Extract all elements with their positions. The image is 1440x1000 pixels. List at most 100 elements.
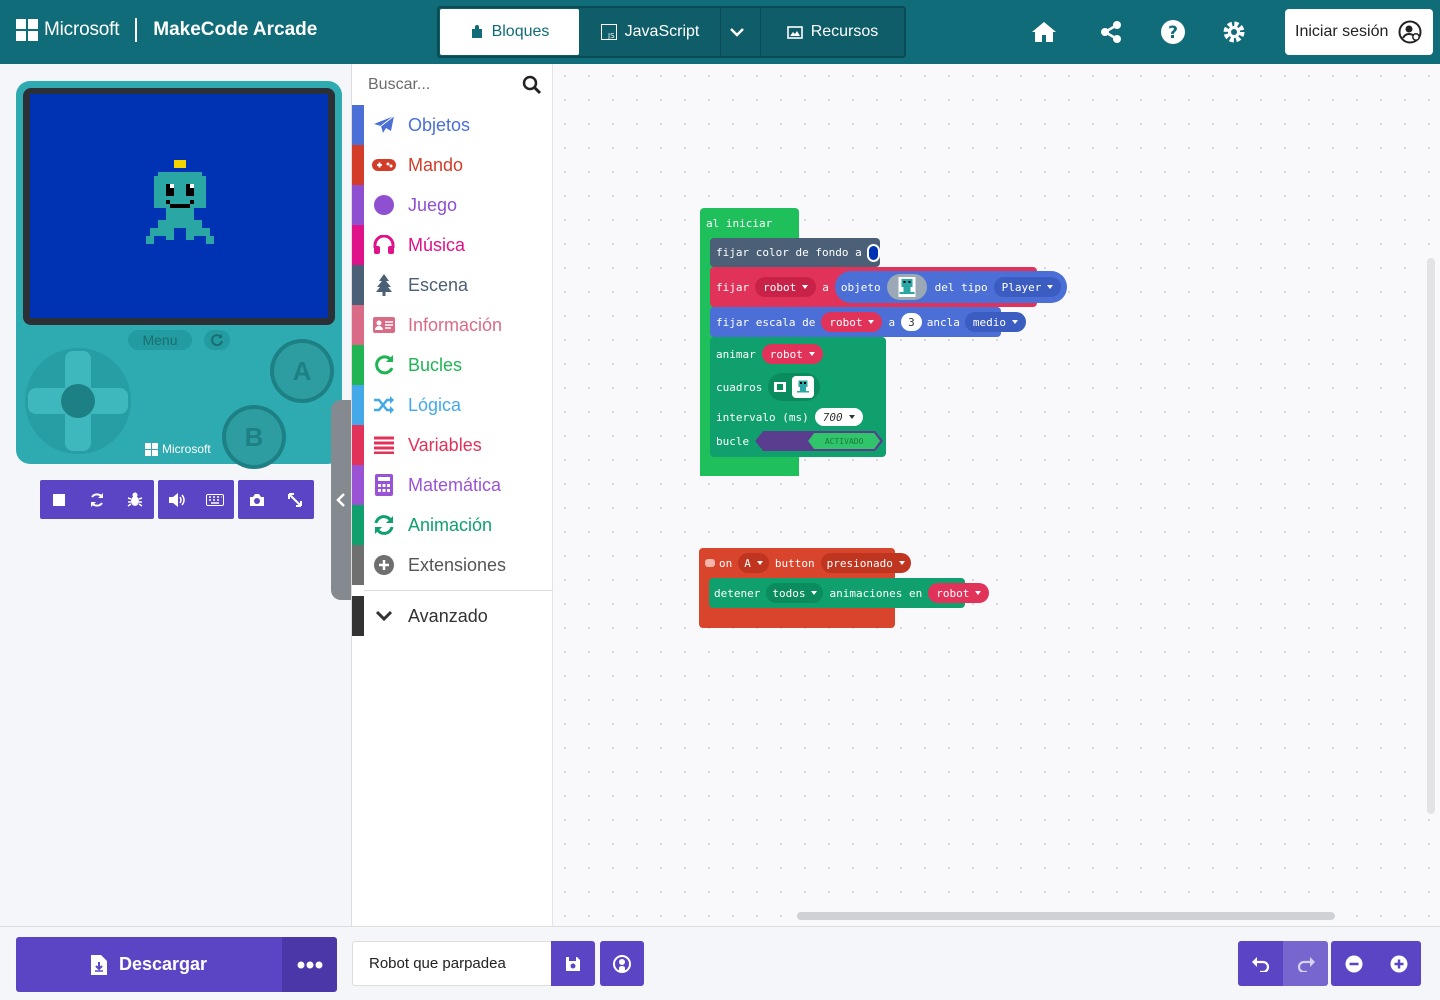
settings-button[interactable] [1220, 18, 1248, 46]
shuffle-icon [374, 396, 394, 414]
interval-row: intervalo (ms) 700 [716, 407, 863, 427]
stop-which-dropdown[interactable]: todos [766, 583, 824, 603]
help-button[interactable]: ? [1159, 18, 1187, 46]
animate-variable-dropdown[interactable]: robot [761, 344, 823, 364]
horizontal-scrollbar[interactable] [797, 912, 1335, 920]
on-button-row: on A button presionado [705, 553, 911, 573]
sprite-image-picker[interactable] [886, 274, 927, 300]
project-name-input[interactable] [352, 941, 552, 986]
save-icon [566, 956, 580, 971]
tab-javascript[interactable]: JS JavaScript [580, 8, 720, 56]
scale-variable-dropdown[interactable]: robot [821, 312, 883, 332]
keyboard-button[interactable] [196, 480, 234, 519]
settings-icon [1223, 21, 1245, 43]
js-icon: JS [600, 24, 617, 40]
id-card-icon [373, 317, 395, 333]
redo-button[interactable] [1283, 941, 1328, 986]
sign-in-button[interactable]: Iniciar sesión [1285, 9, 1433, 55]
debug-button[interactable] [116, 480, 154, 519]
category-math[interactable]: Matemática [352, 465, 554, 505]
brand[interactable]: Microsoft MakeCode Arcade [16, 18, 317, 42]
stop-animations-block[interactable]: detener todos animaciones en robot [709, 578, 990, 608]
tab-language-dropdown[interactable] [720, 8, 760, 56]
search-input[interactable] [368, 76, 518, 94]
loop-toggle[interactable]: ACTIVADO [755, 431, 884, 451]
background-color-swatch[interactable] [866, 243, 880, 262]
category-extensions[interactable]: Extensiones [352, 545, 554, 585]
category-animation[interactable]: Animación [352, 505, 554, 545]
circle-icon [374, 195, 394, 215]
vertical-scrollbar[interactable] [1427, 258, 1435, 814]
category-logic[interactable]: Lógica [352, 385, 554, 425]
stop-variable-dropdown[interactable]: robot [928, 583, 990, 603]
svg-text:?: ? [1168, 23, 1178, 43]
interval-dropdown[interactable]: 700 [814, 408, 863, 426]
category-music[interactable]: Música [352, 225, 554, 265]
a-button[interactable]: A [270, 339, 334, 403]
image-icon [786, 25, 803, 39]
set-scale-block[interactable]: fijar escala de robot a 3 ancla medio [710, 307, 1026, 337]
headphones-icon [373, 235, 395, 254]
button-dropdown[interactable]: A [738, 553, 769, 573]
search-icon[interactable] [522, 75, 542, 95]
game-screen[interactable] [30, 94, 328, 318]
simulator-pane: Menu A B Microsoft [0, 64, 351, 926]
download-button[interactable]: Descargar [16, 937, 282, 992]
fullscreen-button[interactable] [276, 480, 314, 519]
category-game[interactable]: Juego [352, 185, 554, 225]
undo-button[interactable] [1238, 941, 1283, 986]
console-restart-button[interactable] [204, 330, 230, 350]
chevron-down-icon [375, 610, 393, 622]
more-options-button[interactable] [282, 937, 337, 992]
home-button[interactable] [1030, 18, 1058, 46]
sprite-variable-dropdown[interactable]: robot [755, 277, 817, 297]
share-button[interactable] [1097, 18, 1125, 46]
tab-blocks[interactable]: Bloques [440, 9, 579, 55]
collapse-simulator-handle[interactable] [331, 400, 351, 600]
undo-icon [1251, 956, 1269, 972]
category-sprites[interactable]: Objetos [352, 105, 554, 145]
category-variables[interactable]: Variables [352, 425, 554, 465]
zoom-in-button[interactable] [1376, 941, 1421, 986]
tab-blocks-label: Bloques [491, 23, 550, 40]
category-advanced[interactable]: Avanzado [352, 596, 554, 636]
app-title: MakeCode Arcade [153, 19, 318, 40]
stop-button[interactable] [40, 480, 78, 519]
button-event-dropdown[interactable]: presionado [820, 553, 911, 573]
sprite-create-reporter[interactable]: objeto del tipo Player [834, 271, 1068, 303]
tab-assets[interactable]: Recursos [760, 8, 904, 56]
screenshot-button[interactable] [238, 480, 276, 519]
animation-refresh-icon [374, 515, 394, 535]
home-icon [1032, 22, 1056, 42]
mute-button[interactable] [158, 480, 196, 519]
sim-view-group [238, 480, 314, 519]
category-controller[interactable]: Mando [352, 145, 554, 185]
bottom-toolbar: Descargar [0, 926, 1440, 1000]
category-loops[interactable]: Bucles [352, 345, 554, 385]
refresh-icon [211, 334, 223, 347]
dpad[interactable] [25, 348, 131, 454]
sprite-kind-dropdown[interactable]: Player [993, 277, 1062, 297]
zoom-out-button[interactable] [1331, 941, 1376, 986]
keyboard-icon [206, 493, 224, 506]
loop-toggle-value: ACTIVADO [808, 433, 881, 449]
robot-thumbnail-icon [797, 380, 810, 393]
restart-button[interactable] [78, 480, 116, 519]
category-info[interactable]: Información [352, 305, 554, 345]
menu-button[interactable]: Menu [128, 330, 192, 350]
scale-value-input[interactable]: 3 [901, 313, 922, 331]
category-scene[interactable]: Escena [352, 265, 554, 305]
github-button[interactable] [600, 941, 644, 986]
blocks-workspace[interactable] [553, 64, 1440, 926]
set-background-block[interactable]: fijar color de fondo a [710, 238, 880, 267]
save-button[interactable] [551, 941, 595, 986]
frames-picker[interactable] [768, 373, 821, 401]
top-header: Microsoft MakeCode Arcade Bloques JS Jav… [0, 0, 1440, 64]
user-avatar-icon [1398, 20, 1422, 44]
b-button[interactable]: B [222, 405, 286, 469]
puzzle-icon [471, 25, 482, 38]
set-sprite-block[interactable]: fijar robot a objeto del tipo Player [710, 267, 1068, 307]
anchor-dropdown[interactable]: medio [964, 312, 1026, 332]
screen-frame [23, 88, 335, 325]
zoom-in-icon [1390, 955, 1407, 972]
